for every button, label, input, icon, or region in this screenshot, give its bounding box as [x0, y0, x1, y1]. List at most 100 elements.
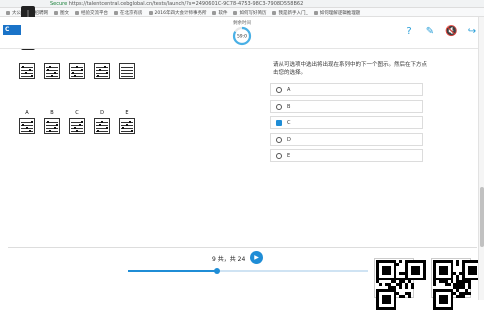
qr-module [405, 286, 409, 290]
page-scrollbar[interactable] [478, 17, 484, 300]
bookmark-label: 如何理解逻辑推理题 [319, 11, 361, 16]
qr-code [431, 258, 483, 310]
bookmark-item[interactable]: 软件 [212, 10, 227, 16]
qr-module [378, 283, 382, 287]
help-icon[interactable]: ? [403, 26, 415, 38]
grid-line [96, 67, 108, 68]
grid-line [71, 128, 83, 129]
grid-line [121, 70, 133, 71]
grid-dot [79, 124, 81, 126]
url-field[interactable]: Secure https://talentcentral.cebglobal.c… [50, 1, 310, 7]
grid-dot [122, 127, 124, 129]
grid-line [21, 73, 33, 74]
qr-module [462, 295, 466, 298]
grid-line [46, 73, 58, 74]
grid-dot [49, 66, 51, 68]
grid-dot [54, 72, 56, 74]
grid-line [46, 128, 58, 129]
answer-option[interactable]: A [270, 83, 423, 96]
play-icon: ▶ [254, 254, 259, 261]
bookmark-item[interactable]: 2016年四大会计师事务所 [148, 10, 206, 16]
grid-dot [106, 127, 108, 129]
qr-module [468, 292, 471, 296]
grid-line [46, 131, 58, 132]
qr-module [408, 295, 412, 298]
bookmark-icon [148, 10, 153, 15]
answer-figure[interactable] [44, 118, 60, 134]
bookmark-item[interactable]: 如何理解逻辑推理题 [313, 10, 361, 16]
qr-finder-pattern [438, 265, 448, 275]
qr-module [402, 295, 406, 298]
option-label: D [287, 136, 291, 143]
answer-figure-label: C [75, 110, 79, 116]
url-text: https://talentcentral.cebglobal.cn/tests… [68, 1, 304, 7]
grid-line [96, 125, 108, 126]
grid-dot [26, 127, 28, 129]
qr-module [433, 283, 436, 287]
qr-module [399, 260, 403, 263]
grid-dot [126, 124, 128, 126]
bookmark-icon [313, 10, 318, 15]
answer-figure[interactable] [19, 118, 35, 134]
qr-module [468, 286, 471, 290]
series-figure [69, 63, 85, 79]
answer-figure[interactable] [69, 118, 85, 134]
question-text: 请从可选项中选出将出现在系列中的下一个图示。然后在下方点击您的选择。 [273, 62, 428, 76]
grid-dot [31, 75, 33, 77]
browser-address-bar[interactable]: Secure https://talentcentral.cebglobal.c… [0, 0, 484, 8]
bookmark-item[interactable]: 经验交流平台 [75, 10, 108, 16]
option-label: C [287, 120, 291, 126]
exit-icon[interactable]: ↪ [466, 26, 478, 38]
grid-line [71, 125, 83, 126]
qr-module [399, 286, 403, 290]
series-figure [94, 63, 110, 79]
bookmark-item[interactable]: 图文 [54, 10, 69, 16]
grid-dot [99, 124, 101, 126]
qr-finder-pattern [411, 265, 420, 275]
radio-icon[interactable] [276, 87, 282, 93]
grid-dot [54, 127, 56, 129]
scrollbar-thumb[interactable] [480, 187, 484, 247]
series-figure [19, 63, 35, 79]
bookmark-item[interactable]: 我是新手入门_ [272, 10, 308, 16]
radio-icon[interactable] [276, 103, 282, 110]
answer-option[interactable]: B [270, 99, 423, 113]
grid-dot [74, 75, 76, 77]
checked-checkbox-icon[interactable] [276, 120, 282, 126]
qr-finder-pattern [381, 265, 391, 275]
qr-module [411, 286, 414, 290]
grid-dot [81, 121, 83, 123]
grid-dot [47, 121, 49, 123]
answer-option[interactable]: E [270, 149, 423, 162]
bookmark-item[interactable]: 在北京有房 [114, 10, 143, 16]
bookmark-label: 经验交流平台 [81, 11, 108, 16]
grid-line [46, 67, 58, 68]
grid-line [121, 73, 133, 74]
grid-dot [22, 66, 24, 68]
answer-figure[interactable] [94, 118, 110, 134]
answer-figure-label: D [100, 110, 104, 116]
mute-icon[interactable]: 🔇 [445, 26, 457, 38]
bookmarks-bar: 大公司员工招聘网图文经验交流平台在北京有房2016年四大会计师事务所软件如何写好… [0, 8, 484, 17]
answer-option[interactable]: D [270, 132, 423, 146]
grid-dot [101, 121, 103, 123]
next-button[interactable]: ▶ [250, 251, 263, 264]
bookmark-item[interactable]: 如何写好简历 [233, 10, 266, 16]
grid-dot [81, 69, 83, 71]
secure-label: Secure [50, 1, 68, 7]
answer-figure[interactable] [119, 118, 135, 134]
grid-dot [97, 130, 99, 132]
bookmark-icon [75, 10, 79, 15]
notes-icon[interactable]: ✎ [424, 26, 436, 38]
radio-icon[interactable] [276, 153, 282, 159]
answer-option[interactable]: C [270, 116, 423, 129]
bookmark-icon [233, 10, 238, 15]
grid-dot [25, 72, 27, 74]
progress-bar [128, 268, 368, 274]
app-logo: C [3, 25, 21, 35]
grid-line [21, 131, 33, 132]
qr-module [396, 262, 400, 266]
radio-icon[interactable] [276, 136, 282, 143]
grid-dot [56, 124, 58, 126]
grid-dot [29, 130, 31, 132]
